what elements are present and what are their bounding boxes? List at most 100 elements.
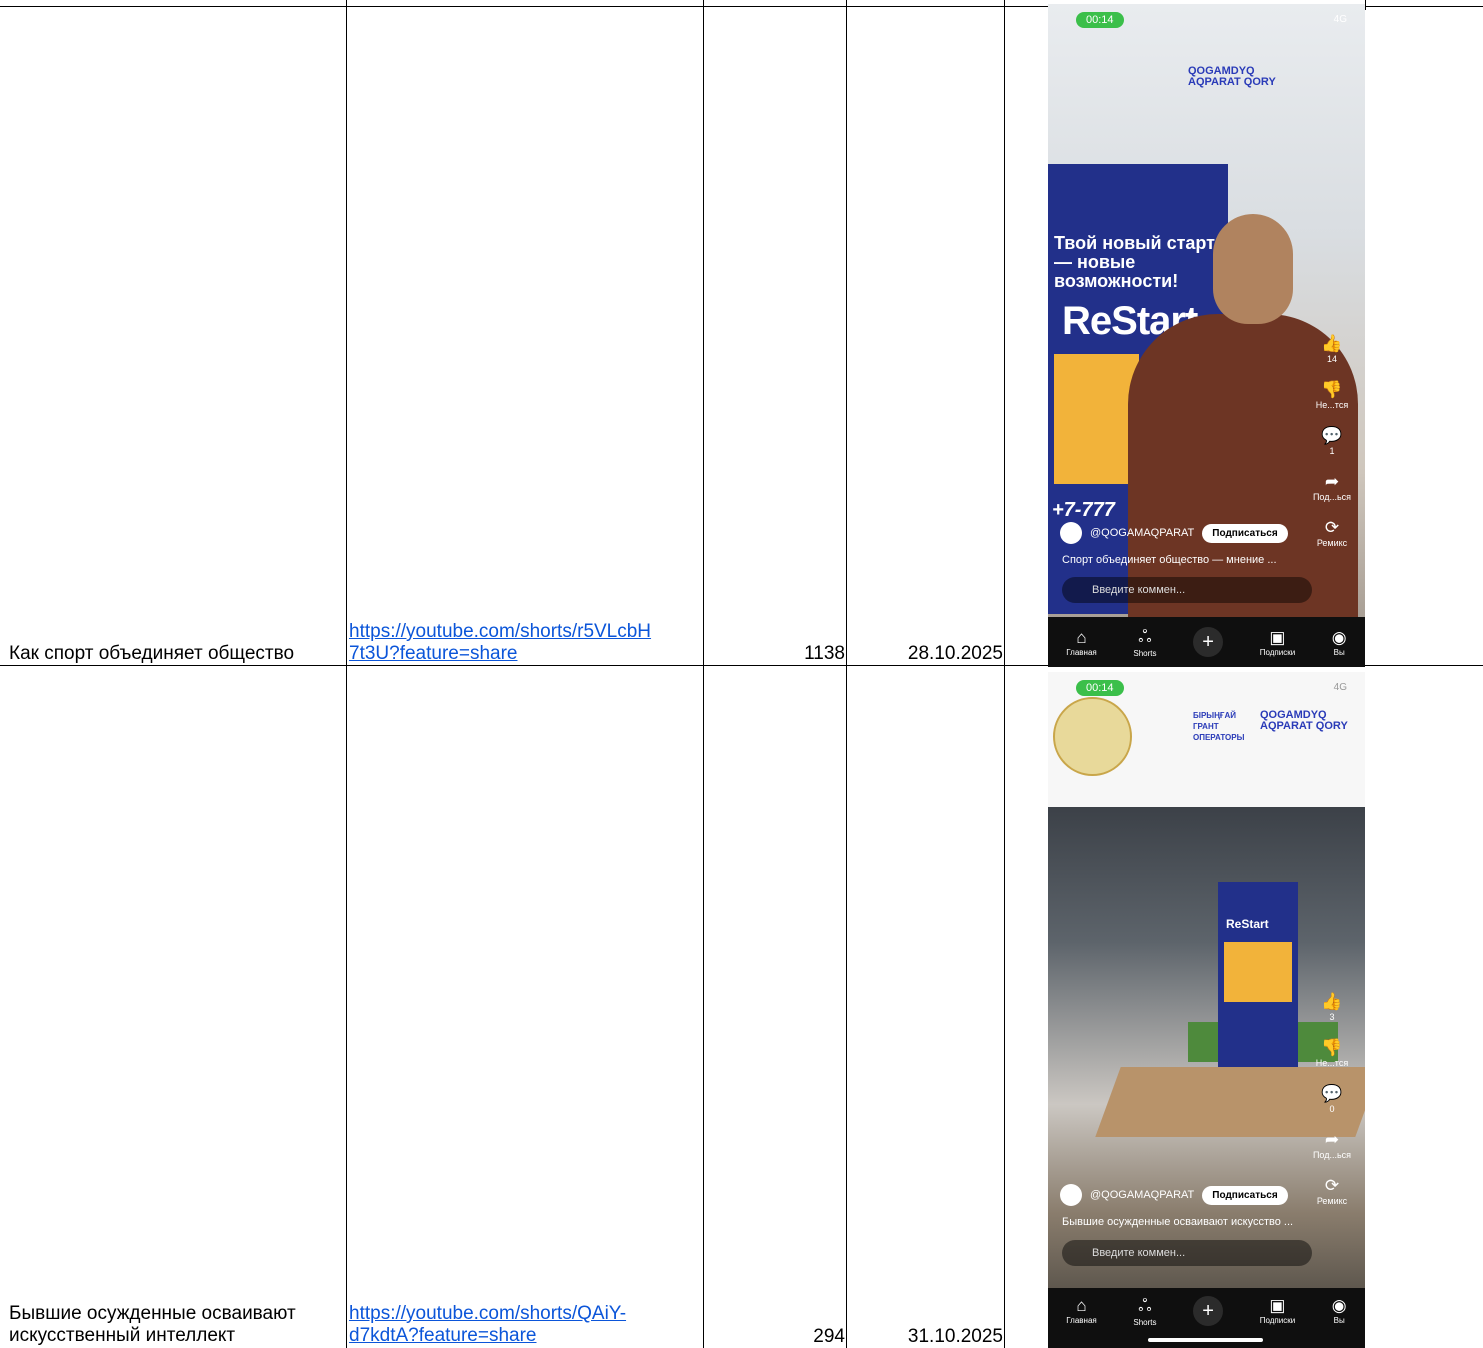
channel-name[interactable]: @QOGAMAQPARAT <box>1090 1189 1194 1201</box>
video-title: Бывшие осужденные осваивают искусственны… <box>9 1303 344 1347</box>
nav-home[interactable]: ⌂ Главная <box>1066 1296 1096 1325</box>
timer-badge: 00:14 <box>1076 12 1124 28</box>
comment-input[interactable]: Введите коммен... <box>1062 1240 1312 1266</box>
nav-shorts[interactable]: ஃ Shorts <box>1133 627 1156 658</box>
speaker-head <box>1213 214 1293 324</box>
publish-date: 28.10.2025 <box>907 643 1003 664</box>
channel-row: @QOGAMAQPARAT Подписаться <box>1060 522 1288 544</box>
comments-button[interactable]: 💬 0 <box>1309 1084 1355 1114</box>
action-rail: 👍 3 👎 Не...тся 💬 0 ➦ Под...ься ⟳ Ремикс <box>1309 992 1355 1222</box>
shorts-icon: ஃ <box>1138 626 1152 646</box>
nav-label: Подписки <box>1259 647 1296 657</box>
grid-line <box>1004 0 1005 1348</box>
nav-label: Вы <box>1333 1316 1345 1325</box>
grid-line <box>346 0 347 1348</box>
banner-phone: +7-777 <box>1052 499 1115 521</box>
video-caption: Спорт объединяет общество — мнение ... <box>1062 554 1277 566</box>
rail-label: 1 <box>1329 446 1335 456</box>
home-indicator <box>1148 1338 1263 1342</box>
home-icon: ⌂ <box>1076 1296 1087 1315</box>
rail-label: Не...тся <box>1315 400 1349 410</box>
nav-label: Главная <box>1066 1316 1097 1325</box>
shorts-icon: ஃ <box>1138 1296 1152 1315</box>
network-status: 4G <box>1333 14 1347 25</box>
nav-label: Shorts <box>1133 648 1157 658</box>
rail-label: Не...тся <box>1315 1058 1349 1068</box>
thumbs-down-icon: 👎 <box>1321 380 1343 399</box>
create-button[interactable]: + <box>1193 1296 1224 1326</box>
view-count: 1138 <box>804 643 845 664</box>
nav-label: Shorts <box>1133 1318 1157 1327</box>
title-text: Бывшие осужденные осваивают искусственны… <box>9 1303 296 1346</box>
link-line[interactable]: d7kdtA?feature=share <box>349 1325 537 1346</box>
nav-you[interactable]: ◉ Вы <box>1332 1296 1347 1325</box>
like-button[interactable]: 👍 14 <box>1309 334 1355 364</box>
nav-subscriptions[interactable]: ▣ Подписки <box>1260 1296 1295 1325</box>
comments-button[interactable]: 💬 1 <box>1309 426 1355 456</box>
remix-icon: ⟳ <box>1324 1176 1340 1195</box>
channel-avatar[interactable] <box>1060 522 1082 544</box>
link-line[interactable]: https://youtube.com/shorts/r5VLcbH <box>349 621 651 642</box>
subscriptions-icon: ▣ <box>1269 627 1286 647</box>
remix-button[interactable]: ⟳ Ремикс <box>1309 1176 1355 1206</box>
dislike-button[interactable]: 👎 Не...тся <box>1309 380 1355 410</box>
profile-icon: ◉ <box>1331 627 1347 647</box>
video-screenshot: 00:14 4G QOGAMDYQ AQPARAT QORY Твой новы… <box>1048 4 1365 667</box>
subscriptions-icon: ▣ <box>1269 1296 1286 1315</box>
nav-home[interactable]: ⌂ Главная <box>1066 628 1096 657</box>
share-icon: ➦ <box>1324 1130 1340 1149</box>
nav-label: Подписки <box>1259 1316 1296 1325</box>
grant-operator-label: БІРЫҢҒАЙ ГРАНТ ОПЕРАТОРЫ <box>1193 711 1245 742</box>
home-icon: ⌂ <box>1076 627 1087 647</box>
profile-icon: ◉ <box>1331 1296 1347 1315</box>
thumbs-up-icon: 👍 <box>1321 992 1343 1011</box>
nav-shorts[interactable]: ஃ Shorts <box>1133 1296 1156 1327</box>
rail-label: Под...ься <box>1312 492 1352 502</box>
video-link[interactable]: https://youtube.com/shorts/QAiY- d7kdtA?… <box>349 1303 701 1347</box>
video-link[interactable]: https://youtube.com/shorts/r5VLcbH 7t3U?… <box>349 621 701 665</box>
comment-icon: 💬 <box>1321 426 1343 445</box>
share-icon: ➦ <box>1324 472 1340 491</box>
banner-info-box <box>1224 942 1292 1002</box>
action-rail: 👍 14 👎 Не...тся 💬 1 ➦ Под...ься ⟳ Ремикс <box>1309 334 1355 564</box>
rail-label: 14 <box>1326 354 1337 364</box>
spreadsheet: Как спорт объединяет общество https://yo… <box>0 0 1483 1348</box>
remix-icon: ⟳ <box>1324 518 1340 537</box>
dislike-button[interactable]: 👎 Не...тся <box>1309 1038 1355 1068</box>
link-line[interactable]: 7t3U?feature=share <box>349 643 517 664</box>
restart-banner: ReStart <box>1218 882 1298 1082</box>
nav-label: Главная <box>1066 647 1097 657</box>
rail-label: Под...ься <box>1312 1150 1352 1160</box>
link-line[interactable]: https://youtube.com/shorts/QAiY- <box>349 1303 626 1324</box>
video-title: Как спорт объединяет общество <box>9 643 295 664</box>
like-button[interactable]: 👍 3 <box>1309 992 1355 1022</box>
nav-subscriptions[interactable]: ▣ Подписки <box>1260 628 1295 657</box>
grid-line <box>846 0 847 1348</box>
network-status: 4G <box>1333 682 1347 693</box>
bottom-nav: ⌂ Главная ஃ Shorts + ▣ Подписки ◉ Вы <box>1048 617 1365 667</box>
video-screenshot: 00:14 4G БІРЫҢҒАЙ ГРАНТ ОПЕРАТОРЫ QOGAMD… <box>1048 672 1365 1348</box>
channel-avatar[interactable] <box>1060 1184 1082 1206</box>
create-button[interactable]: + <box>1193 627 1224 657</box>
subscribe-button[interactable]: Подписаться <box>1202 1185 1288 1205</box>
view-count: 294 <box>813 1326 845 1347</box>
rail-label: 3 <box>1329 1012 1335 1022</box>
comment-input[interactable]: Введите коммен... <box>1062 577 1312 603</box>
grid-line <box>1365 0 1366 10</box>
thumbs-up-icon: 👍 <box>1321 334 1343 353</box>
brand-logo: QOGAMDYQ AQPARAT QORY <box>1260 709 1348 732</box>
nav-label: Вы <box>1333 647 1345 657</box>
rail-label: 0 <box>1329 1104 1335 1114</box>
rail-label: Ремикс <box>1316 538 1348 548</box>
remix-button[interactable]: ⟳ Ремикс <box>1309 518 1355 548</box>
share-button[interactable]: ➦ Под...ься <box>1309 472 1355 502</box>
subscribe-button[interactable]: Подписаться <box>1202 523 1288 543</box>
nav-you[interactable]: ◉ Вы <box>1332 628 1347 657</box>
share-button[interactable]: ➦ Под...ься <box>1309 1130 1355 1160</box>
publish-date: 31.10.2025 <box>907 1326 1003 1347</box>
thumbs-down-icon: 👎 <box>1321 1038 1343 1057</box>
channel-name[interactable]: @QOGAMAQPARAT <box>1090 527 1194 539</box>
brand-logo: QOGAMDYQ AQPARAT QORY <box>1188 65 1276 88</box>
comment-icon: 💬 <box>1321 1084 1343 1103</box>
channel-row: @QOGAMAQPARAT Подписаться <box>1060 1184 1288 1206</box>
